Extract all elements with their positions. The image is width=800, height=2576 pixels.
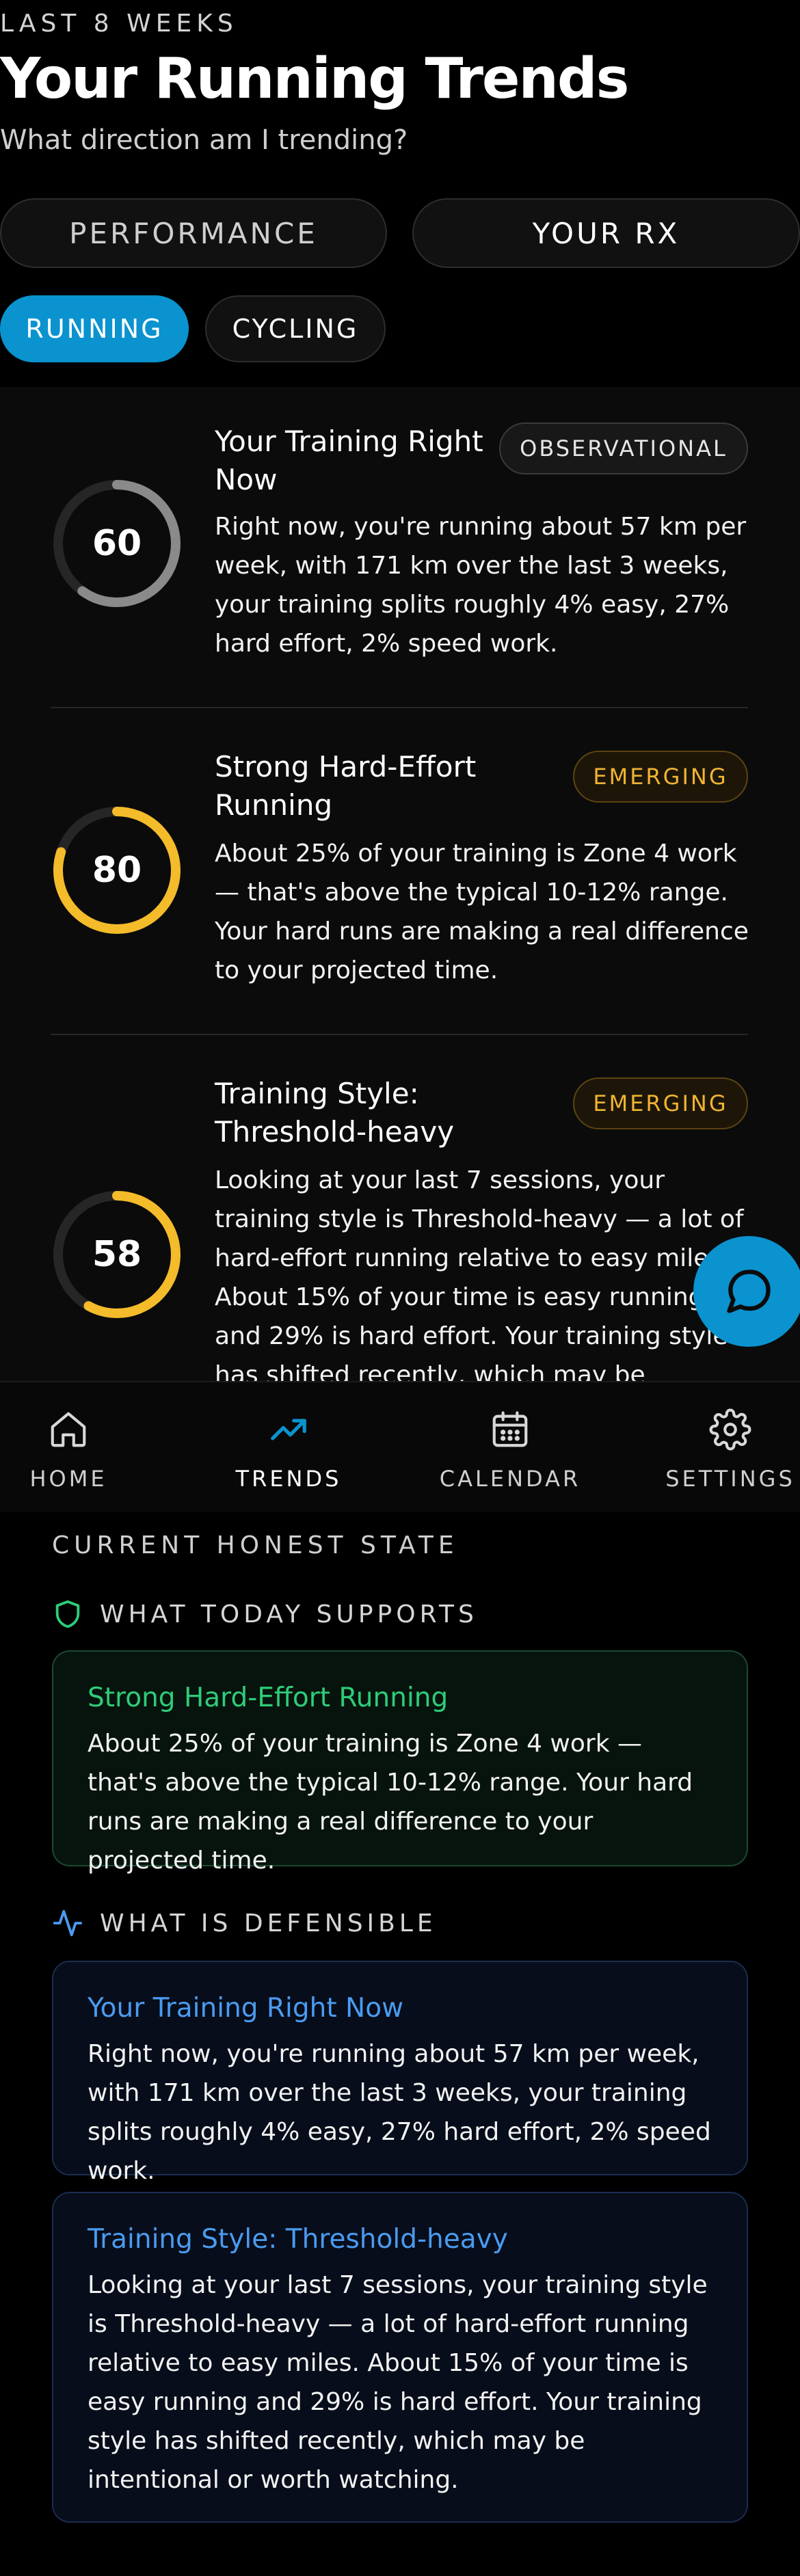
score-value: 58 xyxy=(92,1234,142,1275)
defensible-card[interactable]: Your Training Right Now Right now, you'r… xyxy=(52,1961,748,2185)
defensible-card-body: Looking at your last 7 sessions, your tr… xyxy=(88,2271,708,2494)
card-title: Training Style: Threshold-heavy xyxy=(215,1077,455,1149)
nav-home-label: HOME xyxy=(29,1466,107,1492)
supports-card-title: Strong Hard-Effort Running xyxy=(88,1682,449,1713)
card-body: Looking at your last 7 sessions, your tr… xyxy=(215,1166,744,1381)
supports-label: WHAT TODAY SUPPORTS xyxy=(100,1600,478,1628)
defensible-card-title: Your Training Right Now xyxy=(88,1993,403,2024)
nav-calendar[interactable]: CALENDAR xyxy=(428,1408,592,1492)
calendar-icon xyxy=(492,1411,528,1447)
nav-trends-label: TRENDS xyxy=(235,1466,342,1492)
defensible-card-body: Right now, you're running about 57 km pe… xyxy=(88,2040,711,2185)
nav-settings-label: SETTINGS xyxy=(665,1466,795,1492)
bottom-nav: HOME TRENDS CALENDAR SETTINGS xyxy=(0,1381,800,1512)
chat-bubble-icon xyxy=(727,1270,771,1313)
nav-trends[interactable]: TRENDS xyxy=(206,1408,371,1492)
score-ring: 80 xyxy=(51,804,183,937)
trending-up-icon xyxy=(271,1419,306,1440)
activity-pulse-icon xyxy=(53,1909,83,1937)
trend-card-list[interactable]: 60 Your Training Right Now OBSERVATIONAL… xyxy=(0,387,800,1381)
section-title-honest-state: CURRENT HONEST STATE xyxy=(52,1531,459,1559)
section-what-today-supports: WHAT TODAY SUPPORTS xyxy=(52,1598,478,1630)
defensible-card-title: Training Style: Threshold-heavy xyxy=(88,2224,508,2255)
status-badge: EMERGING xyxy=(573,1077,748,1129)
nav-settings[interactable]: SETTINGS xyxy=(648,1408,800,1492)
score-ring: 60 xyxy=(51,477,183,610)
home-icon xyxy=(51,1412,86,1447)
gear-icon xyxy=(709,1408,751,1451)
chip-running[interactable]: RUNNING xyxy=(0,295,189,362)
page-subtitle: What direction am I trending? xyxy=(0,124,408,156)
score-ring: 58 xyxy=(51,1188,183,1321)
score-value: 60 xyxy=(92,523,142,564)
nav-home[interactable]: HOME xyxy=(0,1408,150,1492)
card-body: Right now, you're running about 57 km pe… xyxy=(215,513,747,658)
trend-card[interactable]: 60 Your Training Right Now OBSERVATIONAL… xyxy=(0,387,800,708)
trend-card[interactable]: 80 Strong Hard-Effort Running EMERGING A… xyxy=(0,708,800,1035)
supports-card[interactable]: Strong Hard-Effort Running About 25% of … xyxy=(52,1650,748,1875)
card-title: Your Training Right Now xyxy=(215,425,483,496)
section-what-is-defensible: WHAT IS DEFENSIBLE xyxy=(52,1907,437,1939)
section-eyebrow: LAST 8 WEEKS xyxy=(0,10,238,38)
chat-button[interactable] xyxy=(693,1236,800,1347)
status-badge: OBSERVATIONAL xyxy=(499,422,748,474)
nav-calendar-label: CALENDAR xyxy=(439,1466,581,1492)
score-value: 80 xyxy=(92,850,142,891)
card-title: Strong Hard-Effort Running xyxy=(215,750,477,822)
shield-icon xyxy=(55,1600,80,1628)
defensible-card[interactable]: Training Style: Threshold-heavy Looking … xyxy=(52,2192,748,2523)
status-badge: EMERGING xyxy=(573,751,748,803)
tab-performance[interactable]: PERFORMANCE xyxy=(0,198,387,268)
chip-cycling[interactable]: CYCLING xyxy=(205,295,386,362)
defensible-label: WHAT IS DEFENSIBLE xyxy=(100,1909,437,1937)
supports-card-body: About 25% of your training is Zone 4 wor… xyxy=(88,1730,693,1875)
trend-card[interactable]: 58 Training Style: Threshold-heavy EMERG… xyxy=(0,1035,800,1381)
page-title: Your Running Trends xyxy=(0,46,629,111)
tab-your-rx[interactable]: YOUR RX xyxy=(412,198,800,268)
card-body: About 25% of your training is Zone 4 wor… xyxy=(215,840,749,984)
